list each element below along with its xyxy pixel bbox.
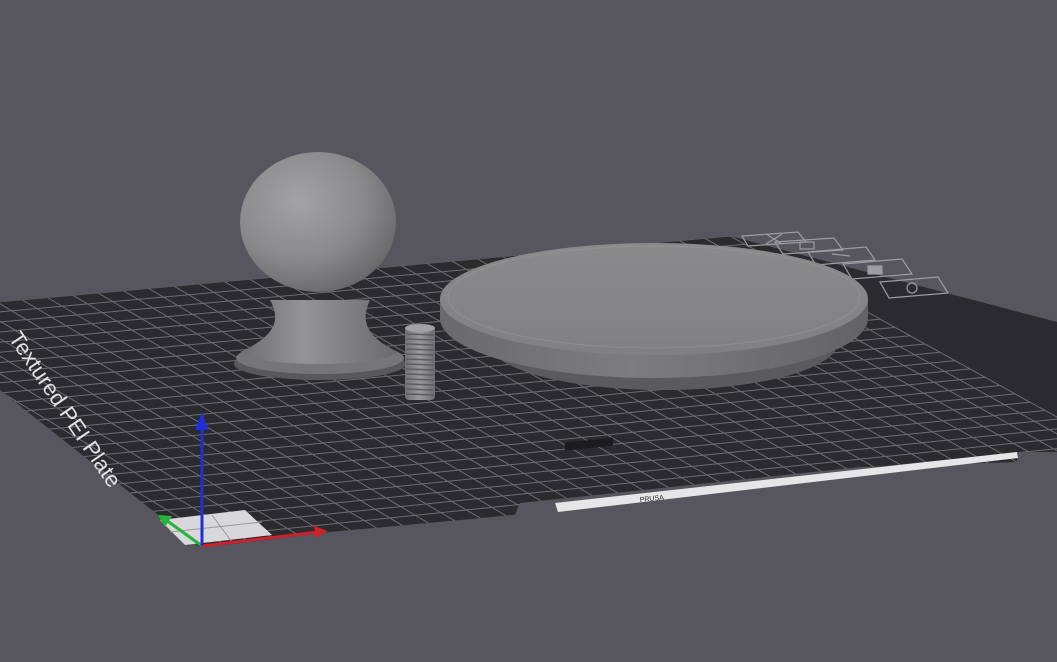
rod-thread bbox=[405, 333, 435, 336]
rod-thread bbox=[405, 358, 435, 361]
rod-thread bbox=[405, 343, 435, 346]
scene-canvas[interactable]: PRUSA Textured PEI Plate bbox=[0, 0, 1057, 662]
rod-thread bbox=[405, 383, 435, 386]
3d-viewport[interactable]: PRUSA Textured PEI Plate bbox=[0, 0, 1057, 662]
rod-thread bbox=[405, 393, 435, 396]
rod-thread bbox=[405, 348, 435, 351]
rod-thread bbox=[405, 363, 435, 366]
object-ball-knob[interactable] bbox=[234, 152, 406, 380]
rod-thread bbox=[405, 353, 435, 356]
rod-thread bbox=[405, 388, 435, 391]
rod-thread bbox=[405, 338, 435, 341]
rod-thread bbox=[405, 368, 435, 371]
rod-thread bbox=[405, 378, 435, 381]
object-threaded-rod[interactable] bbox=[405, 324, 435, 400]
rod-thread bbox=[405, 373, 435, 376]
bed-strip-label: PRUSA bbox=[639, 494, 664, 504]
